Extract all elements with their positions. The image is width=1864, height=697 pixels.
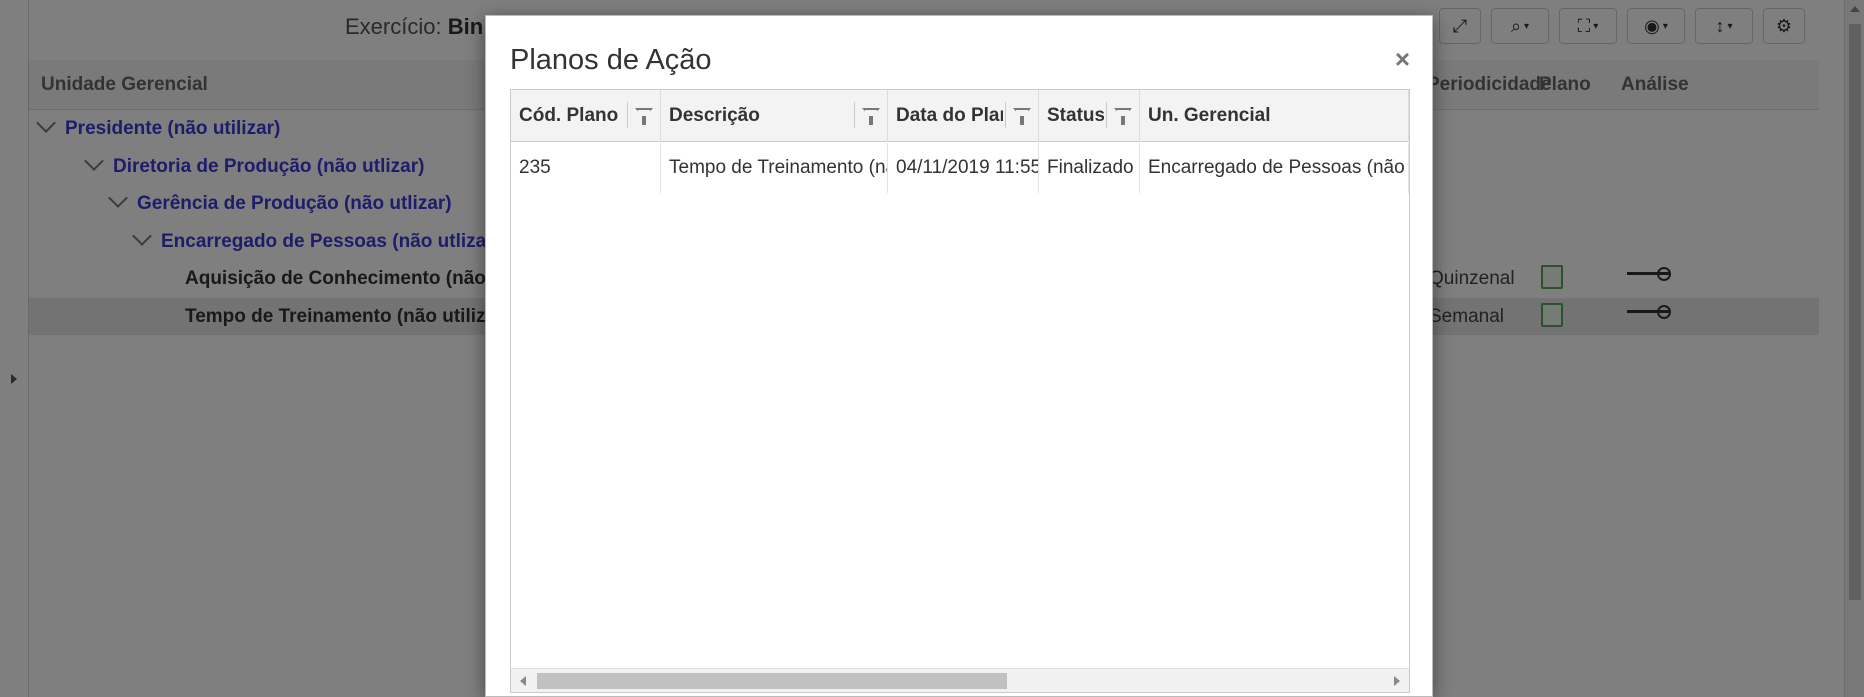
column-header[interactable]: Descrição xyxy=(661,90,888,142)
table-cell[interactable]: 235 xyxy=(511,143,661,193)
column-header[interactable]: Cód. Plano xyxy=(511,90,661,142)
column-header[interactable]: Status xyxy=(1039,90,1140,142)
cell-value: 235 xyxy=(519,157,551,178)
table-row[interactable]: 235 Tempo de Treinamento (não utilizar) 04… xyxy=(511,143,1409,193)
cell-value: Tempo de Treinamento (não utilizar) xyxy=(669,157,887,178)
header-separator xyxy=(854,102,855,128)
grid-header-row: Cód. Plano Descrição Data do Plano Status Un… xyxy=(511,90,1409,142)
filter-icon[interactable] xyxy=(862,108,880,125)
column-header-label: Cód. Plano xyxy=(519,105,619,126)
cell-value: Encarregado de Pessoas (não utlizar) xyxy=(1148,157,1408,178)
table-cell[interactable]: Tempo de Treinamento (não utilizar) xyxy=(661,143,888,193)
table-cell[interactable]: 04/11/2019 11:55 xyxy=(888,143,1039,193)
column-header-label: Descrição xyxy=(669,105,760,126)
action-plans-grid: Cód. Plano Descrição Data do Plano Status Un… xyxy=(510,89,1410,693)
table-cell[interactable]: Finalizado com sucesso xyxy=(1039,143,1140,193)
header-separator xyxy=(1106,102,1107,128)
cell-value: Finalizado com sucesso xyxy=(1047,157,1139,178)
horizontal-scrollbar[interactable] xyxy=(511,668,1409,692)
column-header-label: Status xyxy=(1047,105,1104,126)
filter-icon[interactable] xyxy=(1013,108,1031,125)
header-separator xyxy=(627,102,628,128)
modal-title: Planos de Ação xyxy=(510,44,712,76)
table-cell[interactable]: Encarregado de Pessoas (não utlizar) xyxy=(1140,143,1409,193)
horizontal-scrollbar-thumb[interactable] xyxy=(537,673,1007,689)
scroll-right-icon[interactable] xyxy=(1394,676,1400,686)
cell-value: 04/11/2019 11:55 xyxy=(896,157,1039,178)
header-separator xyxy=(1005,102,1006,128)
column-header-label: Data do Plano xyxy=(896,105,1003,126)
filter-icon[interactable] xyxy=(1114,108,1132,125)
column-header-label: Un. Gerencial xyxy=(1148,105,1271,126)
close-icon[interactable]: × xyxy=(1395,46,1410,72)
column-header[interactable]: Data do Plano xyxy=(888,90,1039,142)
action-plans-modal: Planos de Ação × Cód. Plano Descrição Data… xyxy=(485,15,1433,697)
column-header[interactable]: Un. Gerencial xyxy=(1140,90,1409,142)
filter-icon[interactable] xyxy=(635,108,653,125)
scroll-left-icon[interactable] xyxy=(520,676,526,686)
